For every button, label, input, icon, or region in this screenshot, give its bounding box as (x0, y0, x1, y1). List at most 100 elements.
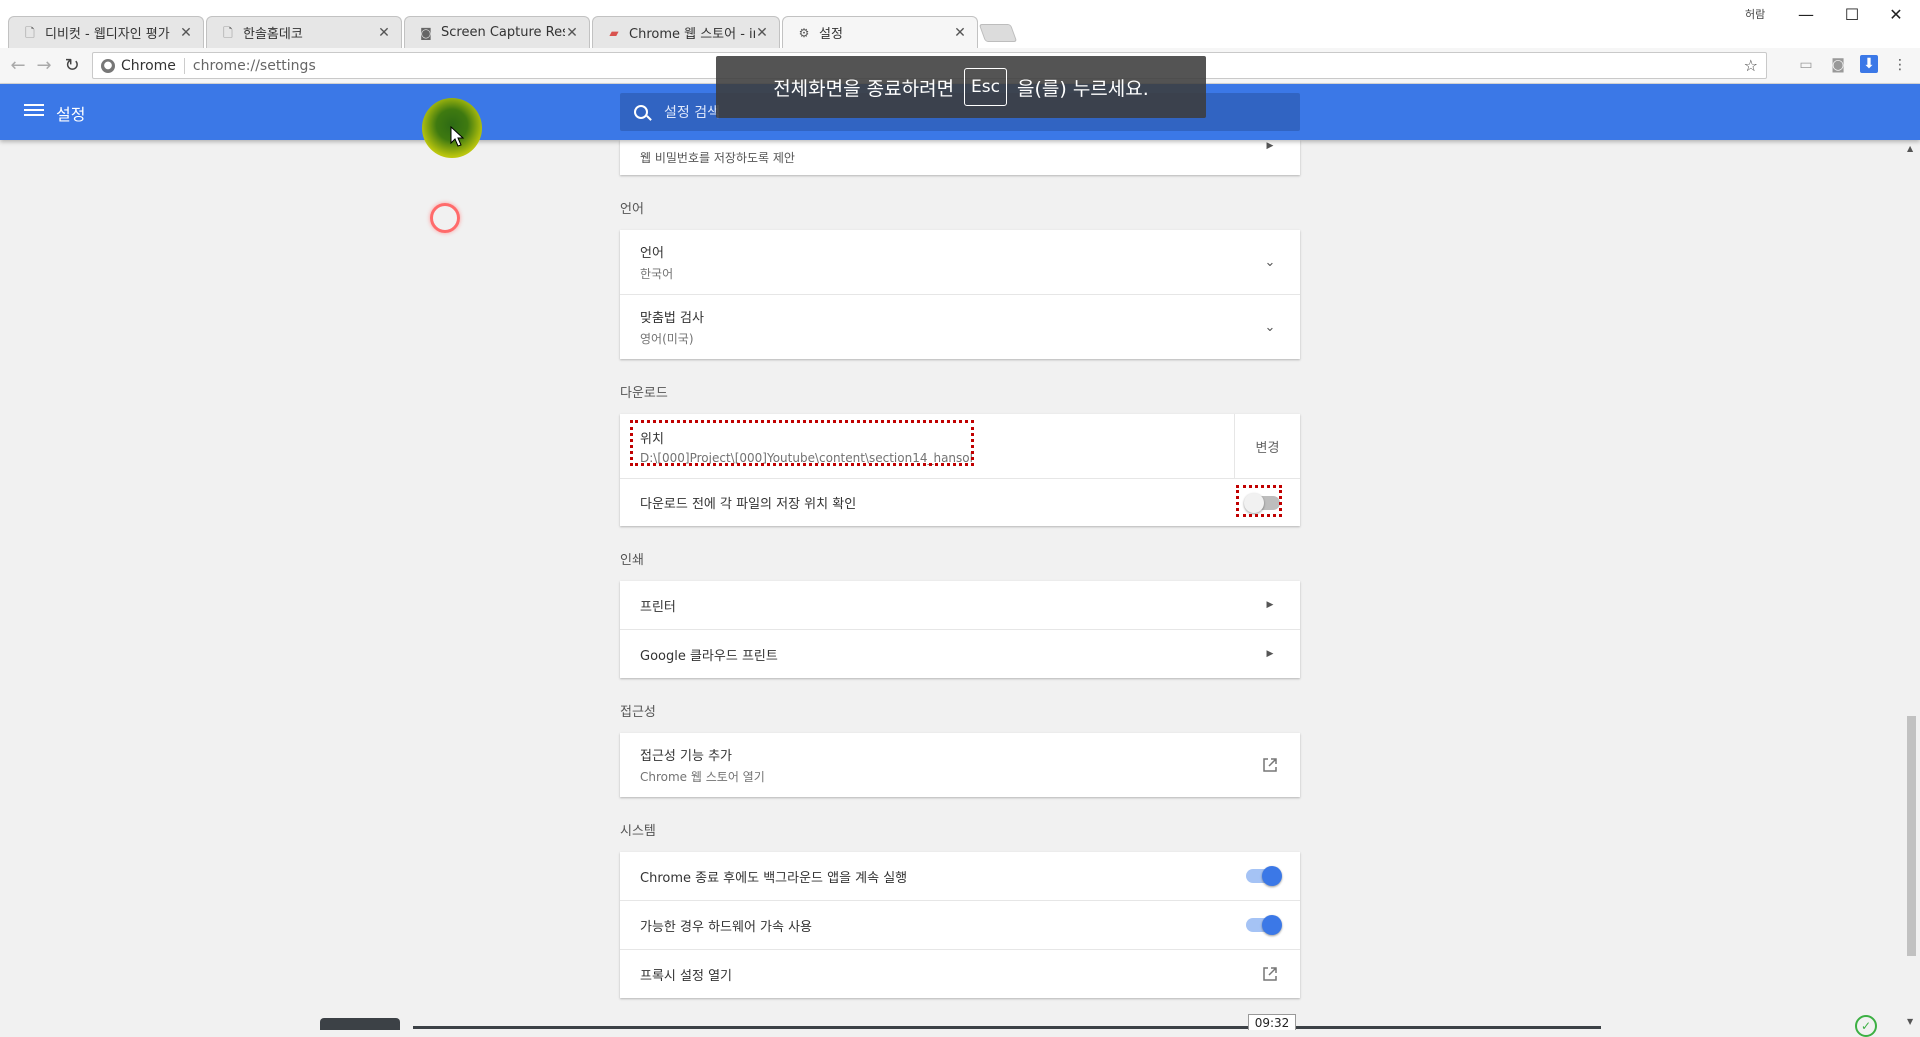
gear-icon: ⚙ (798, 25, 810, 40)
spellcheck-label: 맞춤법 검사 (640, 311, 704, 326)
spellcheck-value: 영어(미국) (640, 332, 694, 346)
chrome-page-icon: ● (101, 58, 115, 73)
settings-content: 웹 비밀번호를 저장하도록 제안 ▶ 언어 언어 한국어 ⌄ 맞춤법 검사 영어… (620, 140, 1300, 998)
add-accessibility-row[interactable]: 접근성 기능 추가 Chrome 웹 스토어 열기 (620, 733, 1300, 797)
tab-title: 디비컷 - 웹디자인 평가 (45, 27, 170, 42)
add-accessibility-label: 접근성 기능 추가 (640, 749, 732, 764)
menu-dots-icon[interactable]: ⋮ (1890, 55, 1910, 75)
chevron-down-icon[interactable]: ⌄ (1260, 320, 1280, 335)
check-icon[interactable]: ✓ (1855, 1015, 1877, 1037)
forward-icon[interactable]: → (32, 54, 56, 78)
tab-webstore[interactable]: ▰ Chrome 웹 스토어 - ima ✕ (592, 16, 780, 48)
section-title-system: 시스템 (620, 824, 656, 839)
printers-row[interactable]: 프린터 ▶ (620, 581, 1300, 629)
page-scrollbar[interactable]: ▲ ▼ (1903, 140, 1920, 1030)
close-tab-icon[interactable]: ✕ (755, 25, 769, 41)
section-title-print: 인쇄 (620, 553, 644, 568)
passwords-card: 웹 비밀번호를 저장하도록 제안 ▶ (620, 140, 1300, 175)
language-row[interactable]: 언어 한국어 ⌄ (620, 230, 1300, 294)
hardware-acceleration-row[interactable]: 가능한 경우 하드웨어 가속 사용 (620, 900, 1300, 949)
hamburger-menu-icon[interactable] (24, 101, 44, 121)
open-in-new-icon[interactable] (1260, 755, 1280, 775)
scrollbar-thumb[interactable] (1907, 716, 1916, 956)
background-apps-toggle[interactable] (1246, 866, 1282, 886)
extension-icon[interactable]: ▭ (1796, 55, 1816, 75)
chevron-down-icon[interactable]: ⌄ (1260, 255, 1280, 270)
tab-title: Chrome 웹 스토어 - ima (629, 27, 755, 42)
player-timestamp: 09:32 (1248, 1014, 1296, 1030)
mouse-cursor-icon (450, 126, 465, 147)
printers-label: 프린터 (640, 599, 676, 615)
hardware-acceleration-label: 가능한 경우 하드웨어 가속 사용 (640, 919, 813, 935)
tab-title: 설정 (819, 27, 843, 42)
download-extension-icon[interactable]: ⬇ (1860, 55, 1878, 73)
bookmark-star-icon[interactable]: ☆ (1744, 56, 1758, 75)
arrow-right-icon: ▶ (1266, 140, 1274, 151)
section-title-language: 언어 (620, 202, 644, 217)
spellcheck-row[interactable]: 맞춤법 검사 영어(미국) ⌄ (620, 294, 1300, 359)
document-icon: 🗋 (25, 25, 35, 40)
search-placeholder: 설정 검색 (664, 105, 720, 121)
tab-title: Screen Capture Result (441, 25, 565, 40)
open-in-new-icon[interactable] (1260, 964, 1280, 984)
page-title: 설정 (56, 105, 86, 124)
new-tab-button[interactable] (978, 24, 1018, 42)
click-ring-marker (430, 203, 460, 233)
language-label: 언어 (640, 246, 664, 261)
cloud-print-label: Google 클라우드 프린트 (640, 648, 778, 664)
language-card: 언어 한국어 ⌄ 맞춤법 검사 영어(미국) ⌄ (620, 230, 1300, 359)
ask-location-row[interactable]: 다운로드 전에 각 파일의 저장 위치 확인 (620, 478, 1300, 526)
password-offer-row[interactable]: 웹 비밀번호를 저장하도록 제안 ▶ (620, 140, 1300, 175)
close-tab-icon[interactable]: ✕ (179, 25, 193, 41)
fullscreen-exit-toast: 전체화면을 종료하려면 Esc 을(를) 누르세요. (716, 56, 1206, 118)
download-location-row: 위치 D:\[000]Project\[000]Youtube\content\… (620, 414, 1300, 478)
esc-key-badge: Esc (964, 68, 1007, 106)
background-apps-label: Chrome 종료 후에도 백그라운드 앱을 계속 실행 (640, 870, 908, 886)
language-value: 한국어 (640, 267, 674, 281)
tab-dbcut[interactable]: 🗋 디비컷 - 웹디자인 평가 ✕ (8, 16, 204, 48)
site-label: Chrome (121, 57, 185, 74)
tab-settings[interactable]: ⚙ 설정 ✕ (782, 16, 978, 48)
close-window-button[interactable]: ✕ (1876, 2, 1916, 28)
back-icon[interactable]: ← (6, 54, 30, 78)
url-text[interactable]: chrome://settings (193, 58, 316, 74)
tab-screen-capture[interactable]: ◙ Screen Capture Result ✕ (404, 16, 590, 48)
maximize-button[interactable]: ☐ (1832, 2, 1872, 28)
password-offer-label: 웹 비밀번호를 저장하도록 제안 (640, 151, 795, 165)
proxy-settings-row[interactable]: 프록시 설정 열기 (620, 949, 1300, 998)
camera-icon: ◙ (420, 25, 432, 40)
player-handle[interactable] (320, 1018, 400, 1030)
hardware-acceleration-toggle[interactable] (1246, 915, 1282, 935)
search-icon (634, 105, 648, 119)
section-title-downloads: 다운로드 (620, 386, 668, 401)
background-apps-row[interactable]: Chrome 종료 후에도 백그라운드 앱을 계속 실행 (620, 852, 1300, 900)
proxy-settings-label: 프록시 설정 열기 (640, 968, 732, 984)
toast-text-after: 을(를) 누르세요. (1017, 77, 1149, 100)
print-card: 프린터 ▶ Google 클라우드 프린트 ▶ (620, 581, 1300, 678)
system-card: Chrome 종료 후에도 백그라운드 앱을 계속 실행 가능한 경우 하드웨어… (620, 852, 1300, 998)
ask-location-label: 다운로드 전에 각 파일의 저장 위치 확인 (640, 497, 857, 512)
tab-strip: 🗋 디비컷 - 웹디자인 평가 ✕ 🗋 한솔홈데코 ✕ ◙ Screen Cap… (0, 0, 1920, 48)
reload-icon[interactable]: ↻ (60, 54, 84, 78)
accessibility-card: 접근성 기능 추가 Chrome 웹 스토어 열기 (620, 733, 1300, 797)
downloads-card: 위치 D:\[000]Project\[000]Youtube\content\… (620, 414, 1300, 526)
close-tab-icon[interactable]: ✕ (565, 25, 579, 41)
cloud-print-row[interactable]: Google 클라우드 프린트 ▶ (620, 629, 1300, 678)
minimize-button[interactable]: — (1786, 2, 1826, 28)
close-tab-icon[interactable]: ✕ (953, 25, 967, 41)
close-tab-icon[interactable]: ✕ (377, 25, 391, 41)
scroll-up-icon[interactable]: ▲ (1907, 144, 1913, 153)
document-icon: 🗋 (223, 25, 233, 40)
highlight-box (630, 420, 974, 466)
open-webstore-label: Chrome 웹 스토어 열기 (640, 770, 765, 784)
camera-icon[interactable]: ◙ (1828, 55, 1848, 75)
tab-hansol[interactable]: 🗋 한솔홈데코 ✕ (206, 16, 402, 48)
profile-name[interactable]: 허람 (1745, 6, 1765, 22)
toast-text-before: 전체화면을 종료하려면 (773, 77, 955, 100)
video-player-bar: 09:32 ✓ (0, 1014, 1920, 1037)
arrow-right-icon: ▶ (1266, 600, 1274, 610)
player-progress-line[interactable] (413, 1026, 1601, 1029)
arrow-right-icon: ▶ (1266, 649, 1274, 659)
tab-title: 한솔홈데코 (243, 27, 303, 42)
change-location-button[interactable]: 변경 (1234, 414, 1300, 478)
